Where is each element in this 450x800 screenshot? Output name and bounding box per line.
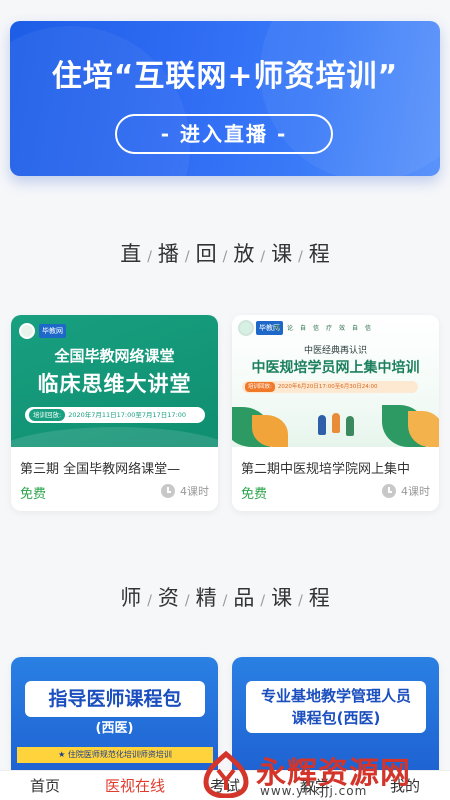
course-hours: 4课时 xyxy=(161,483,209,499)
person-illustration xyxy=(346,416,354,436)
banner-title: 住培“互联网+师资培训” xyxy=(51,59,399,94)
nav-home[interactable]: 首页 xyxy=(0,775,90,796)
replay-time-pill: 培训回放: 2020年6月20日17:00至6月30日24:00 xyxy=(242,381,418,393)
course-card[interactable]: 毕教网 全国毕教网络课堂 临床思维大讲堂 培训回放: 2020年7月11日17:0… xyxy=(11,315,218,511)
clock-icon xyxy=(382,484,396,498)
replay-time-pill: 培训回放: 2020年7月11日17:00至7月17日17:00 xyxy=(25,407,205,423)
course-hours: 4课时 xyxy=(382,483,430,499)
package-title: 专业基地教学管理人员 课程包(西医) xyxy=(246,681,426,733)
hero-section: 住培“互联网+师资培训” - 进入直播 - xyxy=(0,0,450,200)
school-logo-icon xyxy=(238,320,254,336)
clock-icon xyxy=(161,484,175,498)
course-price: 免费 xyxy=(20,487,47,502)
brand-tag: 毕教网 xyxy=(39,324,66,338)
course-price: 免费 xyxy=(241,487,268,502)
course-thumbnail: 毕教网 全国毕教网络课堂 临床思维大讲堂 培训回放: 2020年7月11日17:0… xyxy=(11,315,218,447)
person-illustration xyxy=(332,413,340,433)
course-thumbnail: 指导医师课程包 (西医) ★ 住院医师规范化培训师资培训 xyxy=(11,657,218,770)
course-thumbnail: 毕教网 理论自信疗效自信 中医经典再认识 中医规培学员网上集中培训 培训回放: 2… xyxy=(232,315,439,447)
thumb-subheading: 中医经典再认识 xyxy=(303,346,367,356)
course-title: 第三期 全国毕教网络课堂— xyxy=(20,462,181,477)
course-card[interactable]: 指导医师课程包 (西医) ★ 住院医师规范化培训师资培训 xyxy=(11,657,218,770)
watermark-url: www.yhkjjj.com xyxy=(260,784,368,798)
package-strip: ★ 住院医师规范化培训师资培训 xyxy=(17,747,213,763)
nav-video-online[interactable]: 医视在线 xyxy=(90,775,180,796)
watermark: 永辉资源网 www.yhkjjj.com xyxy=(198,748,448,800)
thumb-heading: 中医规培学员网上集中培训 xyxy=(251,360,420,376)
person-illustration xyxy=(318,415,326,435)
section-title-replay: 直 / 播 / 回 / 放 / 课 / 程 xyxy=(120,242,330,266)
watermark-logo-icon xyxy=(203,750,249,798)
thumb-heading: 全国毕教网络课堂 xyxy=(54,347,175,365)
package-subtitle: (西医) xyxy=(95,721,134,736)
section-title-teacher: 师 / 资 / 精 / 品 / 课 / 程 xyxy=(120,586,330,610)
thumb-motto: 理论自信疗效自信 xyxy=(274,325,379,332)
thumb-subheading: 临床思维大讲堂 xyxy=(37,372,192,396)
school-logo-icon xyxy=(19,323,35,339)
course-title: 第二期中医规培学院网上集中 xyxy=(241,462,411,477)
course-card[interactable]: 毕教网 理论自信疗效自信 中医经典再认识 中医规培学员网上集中培训 培训回放: 2… xyxy=(232,315,439,511)
live-banner[interactable]: 住培“互联网+师资培训” - 进入直播 - xyxy=(10,21,440,176)
package-title: 指导医师课程包 xyxy=(25,681,205,717)
enter-live-button[interactable]: - 进入直播 - xyxy=(115,114,333,154)
